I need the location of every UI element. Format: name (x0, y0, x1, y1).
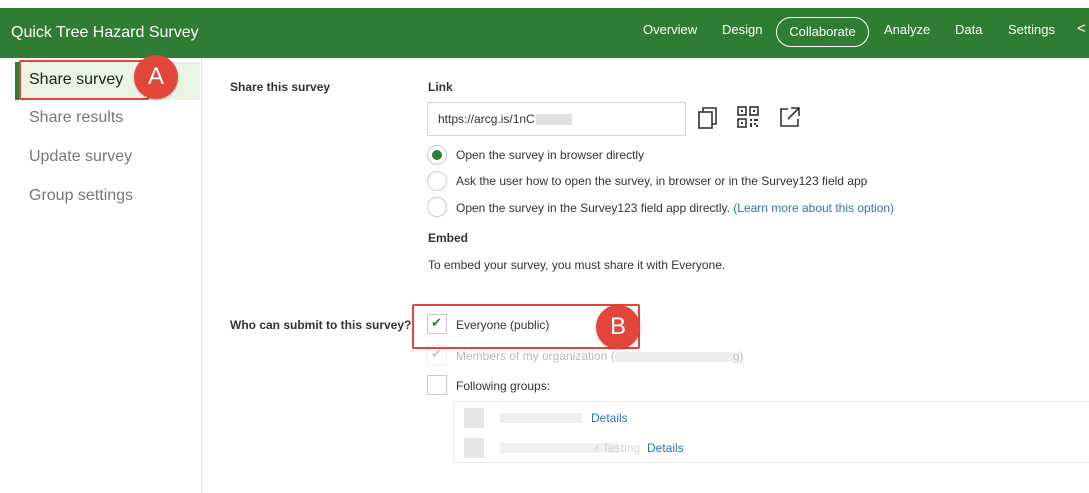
survey-link-field[interactable]: https://arcg.is/1nC (427, 102, 686, 136)
group-name-redaction (500, 413, 582, 423)
link-redaction (535, 114, 572, 126)
members-label: Members of my organization ( (456, 349, 615, 363)
option-field-app-row: Open the survey in the Survey123 field a… (456, 201, 894, 215)
copy-icon[interactable] (697, 106, 719, 130)
checkbox-following-groups[interactable] (427, 375, 447, 395)
share-icon[interactable]: < (1077, 20, 1086, 37)
nav-settings[interactable]: Settings (1008, 22, 1055, 37)
group-checkbox[interactable] (464, 408, 484, 428)
option-ask-user-label: Ask the user how to open the survey, in … (456, 174, 868, 188)
annotation-a-badge: A (134, 55, 178, 99)
annotation-b-badge: B (596, 305, 640, 349)
link-heading: Link (428, 80, 453, 94)
following-groups-label: Following groups: (456, 379, 551, 393)
groups-list: Details r Testing Details (453, 401, 1089, 463)
nav-analyze[interactable]: Analyze (884, 22, 930, 37)
survey-link-value: https://arcg.is/1nC (438, 112, 535, 126)
group-details-link[interactable]: Details (591, 411, 628, 425)
annotation-a-highlight (19, 60, 149, 100)
option-open-in-browser-label: Open the survey in browser directly (456, 148, 645, 162)
share-section-label: Share this survey (230, 80, 331, 94)
sidebar-item-group-settings[interactable]: Group settings (29, 187, 133, 205)
nav-design[interactable]: Design (722, 22, 762, 37)
submit-section-label: Who can submit to this survey? (230, 318, 412, 332)
nav-collaborate[interactable]: Collaborate (776, 17, 869, 47)
group-details-link[interactable]: Details (647, 441, 684, 455)
radio-open-in-browser[interactable] (427, 145, 447, 165)
sidebar-item-share-results[interactable]: Share results (29, 109, 123, 127)
app-title: Quick Tree Hazard Survey (11, 24, 199, 41)
embed-description: To embed your survey, you must share it … (428, 258, 726, 272)
embed-heading: Embed (428, 231, 469, 245)
radio-open-in-field-app[interactable] (427, 197, 447, 217)
collaborate-sidebar: Share survey Share results Update survey… (0, 58, 202, 493)
members-suffix: g) (732, 349, 744, 363)
nav-data[interactable]: Data (955, 22, 982, 37)
group-checkbox[interactable] (464, 438, 484, 458)
members-row: Members of my organization ( g) (456, 349, 743, 363)
top-navigation-bar: Quick Tree Hazard Survey Overview Design… (0, 8, 1089, 58)
nav-overview[interactable]: Overview (643, 22, 697, 37)
org-name-redaction (614, 351, 733, 362)
open-external-icon[interactable] (779, 106, 801, 128)
option-field-app-label: Open the survey in the Survey123 field a… (456, 201, 730, 215)
radio-ask-user[interactable] (427, 171, 447, 191)
learn-more-link[interactable]: (Learn more about this option) (733, 201, 894, 215)
qr-code-icon[interactable] (737, 106, 759, 128)
sidebar-item-update-survey[interactable]: Update survey (29, 148, 132, 166)
group-name-fragment: r Testing (595, 441, 641, 455)
